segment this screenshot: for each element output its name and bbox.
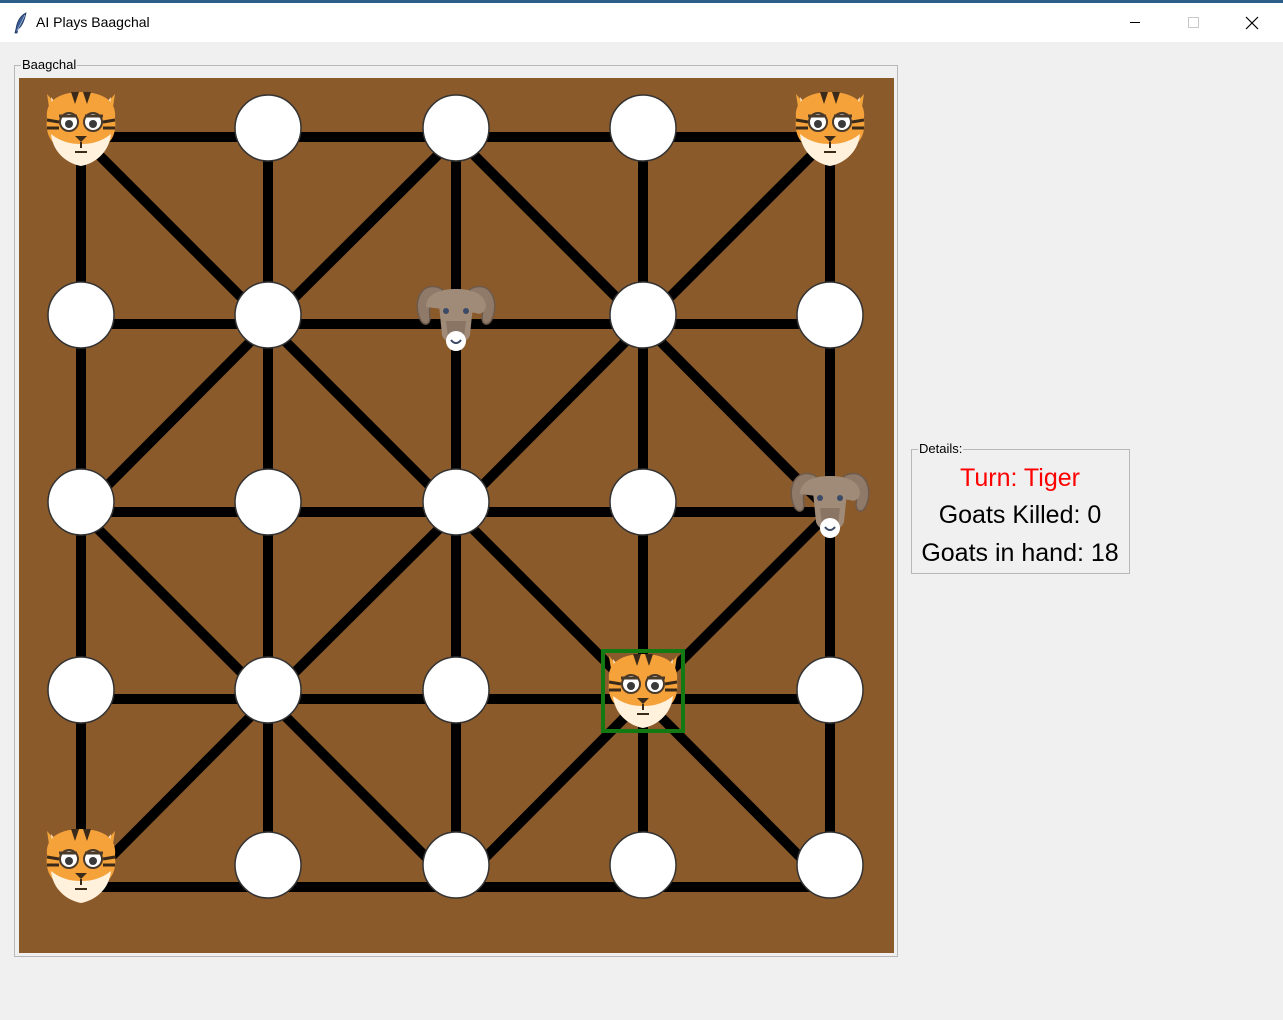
empty-point[interactable] [609,468,677,536]
empty-point[interactable] [609,831,677,899]
maximize-icon [1188,17,1199,28]
maximize-button[interactable] [1164,3,1222,42]
turn-indicator: Turn: Tiger [960,464,1080,492]
close-icon [1245,16,1259,30]
close-button[interactable] [1222,3,1280,42]
empty-point[interactable] [47,656,115,724]
details-frame-label: Details: [918,441,964,456]
empty-point[interactable] [234,656,302,724]
minimize-button[interactable] [1106,3,1164,42]
empty-point[interactable] [422,94,490,162]
empty-point[interactable] [422,468,490,536]
empty-point[interactable] [422,656,490,724]
empty-point[interactable] [609,281,677,349]
empty-point[interactable] [609,94,677,162]
empty-point[interactable] [796,656,864,724]
goats-in-hand-label: Goats in hand: 18 [921,539,1119,567]
empty-point[interactable] [234,94,302,162]
game-board[interactable] [19,78,894,953]
title-bar[interactable]: AI Plays Baagchal [0,3,1283,42]
board-frame-label: Baagchal [21,57,78,72]
empty-point[interactable] [796,831,864,899]
empty-point[interactable] [234,468,302,536]
empty-point[interactable] [47,281,115,349]
feather-icon [12,12,30,34]
empty-point[interactable] [796,281,864,349]
minimize-icon [1130,22,1140,23]
empty-point[interactable] [422,831,490,899]
empty-point[interactable] [47,468,115,536]
empty-point[interactable] [234,831,302,899]
goats-killed-label: Goats Killed: 0 [938,501,1102,529]
empty-point[interactable] [234,281,302,349]
window-title: AI Plays Baagchal [36,14,150,30]
